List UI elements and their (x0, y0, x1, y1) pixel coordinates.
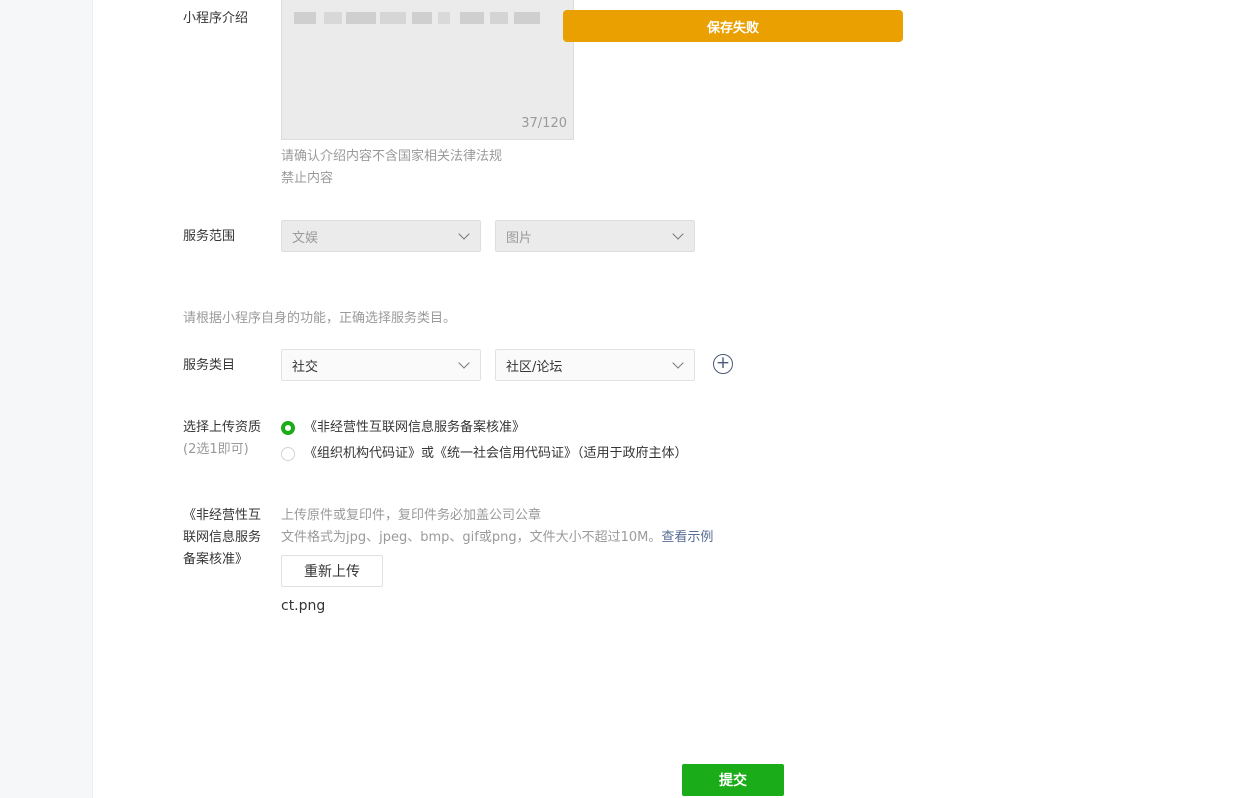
service-scope-select-1: 文娱 (281, 220, 481, 252)
left-side-panel (0, 0, 93, 798)
upload-hint-line1: 上传原件或复印件，复印件务必加盖公司公章 (281, 508, 542, 523)
chevron-down-icon (458, 357, 470, 369)
qualification-label-line2: (2选1即可) (183, 442, 249, 457)
service-category-select-1-value: 社交 (292, 359, 319, 375)
upload-label-line2: 联网信息服务 (183, 530, 262, 545)
intro-hint-line2: 禁止内容 (281, 171, 334, 186)
qualification-option-1-label: 《非经营性互联网信息服务备案核准》 (304, 420, 526, 435)
service-scope-select-2: 图片 (495, 220, 695, 252)
chevron-down-icon (458, 228, 470, 240)
upload-label-line3: 备案核准》 (183, 552, 249, 567)
service-category-select-2-value: 社区/论坛 (506, 359, 563, 375)
intro-textarea[interactable]: 37/120 (281, 0, 574, 140)
submit-button[interactable]: 提交 (682, 764, 784, 796)
service-category-select-1[interactable]: 社交 (281, 349, 481, 381)
char-counter: 37/120 (521, 116, 567, 131)
intro-label: 小程序介绍 (183, 11, 249, 26)
upload-label-line1: 《非经营性互 (183, 508, 262, 523)
qualification-option-2[interactable]: 《组织机构代码证》或《统一社会信用代码证》（适用于政府主体） (281, 446, 688, 462)
chevron-down-icon (672, 357, 684, 369)
qualification-option-2-label: 《组织机构代码证》或《统一社会信用代码证》（适用于政府主体） (304, 446, 688, 461)
category-hint: 请根据小程序自身的功能，正确选择服务类目。 (183, 311, 457, 326)
upload-hint-line2-text: 文件格式为jpg、jpeg、bmp、gif或png，文件大小不超过10M。 (281, 530, 662, 545)
add-category-plus-icon[interactable]: + (713, 354, 733, 374)
service-scope-label: 服务范围 (183, 229, 236, 244)
view-example-link[interactable]: 查看示例 (661, 530, 713, 545)
upload-hint-line2: 文件格式为jpg、jpeg、bmp、gif或png，文件大小不超过10M。查看示… (281, 527, 713, 549)
qualification-option-1[interactable]: 《非经营性互联网信息服务备案核准》 (281, 420, 525, 436)
service-category-label: 服务类目 (183, 358, 236, 373)
service-category-select-2[interactable]: 社区/论坛 (495, 349, 695, 381)
intro-hint-line1: 请确认介绍内容不含国家相关法律法规 (281, 149, 503, 164)
service-scope-select-2-value: 图片 (506, 230, 533, 246)
radio-unchecked-icon[interactable] (281, 447, 295, 461)
chevron-down-icon (672, 228, 684, 240)
save-failed-toast: 保存失败 (563, 10, 903, 42)
radio-checked-icon[interactable] (281, 421, 295, 435)
qualification-label-line1: 选择上传资质 (183, 420, 262, 435)
uploaded-file-name: ct.png (281, 598, 326, 614)
service-scope-select-1-value: 文娱 (292, 230, 319, 246)
reupload-button[interactable]: 重新上传 (281, 555, 383, 587)
